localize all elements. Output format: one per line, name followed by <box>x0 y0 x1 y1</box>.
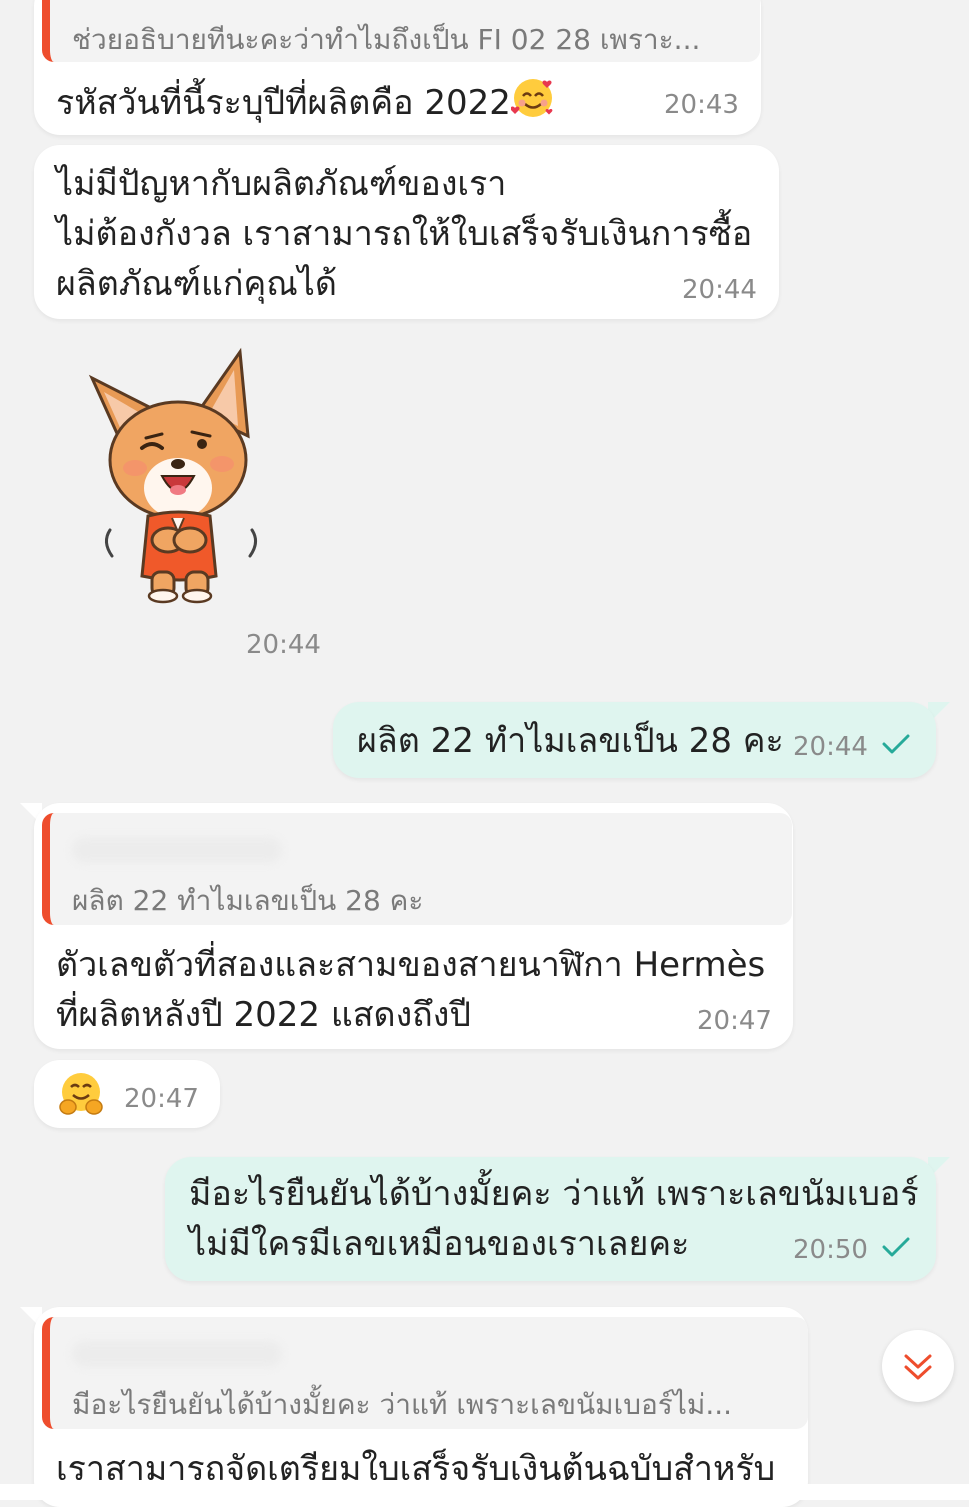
incoming-message[interactable]: ผลิต 22 ทำไมเลขเป็น 28 คะ ตัวเลขตัวที่สอ… <box>34 803 793 1049</box>
message-time: 20:44 <box>793 732 868 762</box>
corgi-bowing-sticker <box>88 347 257 604</box>
outgoing-message[interactable]: มีอะไรยืนยันได้บ้างมั้ยคะ ว่าแท้ เพราะเล… <box>165 1157 936 1281</box>
message-time: 20:47 <box>124 1084 199 1114</box>
hugging-face-icon <box>59 1073 103 1115</box>
screen-bottom-edge <box>0 1484 969 1500</box>
message-line: ตัวเลขตัวที่สองและสามของสายนาฬิกา Hermès <box>56 945 766 985</box>
quoted-text: ช่วยอธิบายทีนะคะว่าทำไมถึงเป็น FI 02 28 … <box>72 23 701 56</box>
incoming-message[interactable]: ไม่มีปัญหากับผลิตภัณฑ์ของเรา ไม่ต้องกังว… <box>34 145 779 319</box>
quoted-text: ผลิต 22 ทำไมเลขเป็น 28 คะ <box>72 884 424 917</box>
message-text: รหัสวันที่นี้ระบุปีที่ผลิตคือ 2022 <box>56 76 555 128</box>
message-line: มีอะไรยืนยันได้บ้างมั้ยคะ ว่าแท้ เพราะเล… <box>189 1174 919 1214</box>
double-chevron-down-icon <box>904 1354 932 1380</box>
quoted-sender-name <box>72 1341 282 1367</box>
message-time: 20:44 <box>682 275 757 305</box>
sent-check-icon <box>882 734 910 754</box>
scroll-to-bottom-button[interactable] <box>882 1330 954 1402</box>
sent-check-icon <box>882 1237 910 1257</box>
quoted-sender-name <box>72 837 282 863</box>
message-line: ไม่มีใครมีเลขเหมือนของเราเลยคะ <box>189 1224 690 1264</box>
incoming-message[interactable]: 20:47 <box>34 1060 220 1128</box>
outgoing-message[interactable]: ผลิต 22 ทำไมเลขเป็น 28 คะ 20:44 <box>333 702 936 778</box>
smiling-face-with-hearts-icon <box>510 79 553 117</box>
incoming-message[interactable]: ช่วยอธิบายทีนะคะว่าทำไมถึงเป็น FI 02 28 … <box>34 0 761 135</box>
message-line: ไม่มีปัญหากับผลิตภัณฑ์ของเรา <box>56 164 507 204</box>
message-time: 20:43 <box>664 90 739 120</box>
message-time: 20:44 <box>246 630 321 660</box>
message-time: 20:47 <box>697 1006 772 1036</box>
message-line: ไม่ต้องกังวล เราสามารถให้ใบเสร็จรับเงินก… <box>56 214 753 254</box>
message-time: 20:50 <box>793 1235 868 1265</box>
quoted-text: มีอะไรยืนยันได้บ้างมั้ยคะ ว่าแท้ เพราะเล… <box>72 1388 733 1421</box>
message-text: ผลิต 22 ทำไมเลขเป็น 28 คะ <box>357 721 784 761</box>
quoted-message[interactable]: มีอะไรยืนยันได้บ้างมั้ยคะ ว่าแท้ เพราะเล… <box>42 1317 808 1429</box>
message-text-content: รหัสวันที่นี้ระบุปีที่ผลิตคือ 2022 <box>56 83 511 123</box>
quoted-message[interactable]: ผลิต 22 ทำไมเลขเป็น 28 คะ <box>42 813 792 925</box>
message-line: ที่ผลิตหลังปี 2022 แสดงถึงปี <box>56 995 471 1035</box>
quoted-message[interactable]: ช่วยอธิบายทีนะคะว่าทำไมถึงเป็น FI 02 28 … <box>42 0 760 62</box>
sticker-message[interactable] <box>80 340 280 610</box>
incoming-message[interactable]: มีอะไรยืนยันได้บ้างมั้ยคะ ว่าแท้ เพราะเล… <box>34 1307 808 1507</box>
message-line: ผลิตภัณฑ์แก่คุณได้ <box>56 264 337 304</box>
